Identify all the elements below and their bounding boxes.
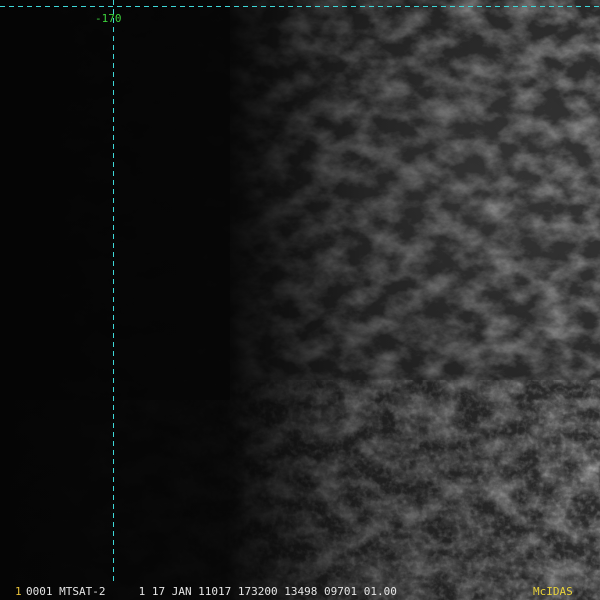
satellite-imagery: [0, 0, 600, 600]
satellite-image-frame: -170 1 0001 MTSAT-2 1 17 JAN 11017 17320…: [0, 0, 600, 600]
image-metadata-text: 0001 MTSAT-2 1 17 JAN 11017 173200 13498…: [26, 585, 397, 598]
mcidas-brand-label: McIDAS: [533, 585, 573, 598]
status-bar: 1 0001 MTSAT-2 1 17 JAN 11017 173200 134…: [0, 584, 600, 600]
longitude-label: -170: [95, 12, 122, 25]
frame-number: 1: [15, 585, 22, 598]
